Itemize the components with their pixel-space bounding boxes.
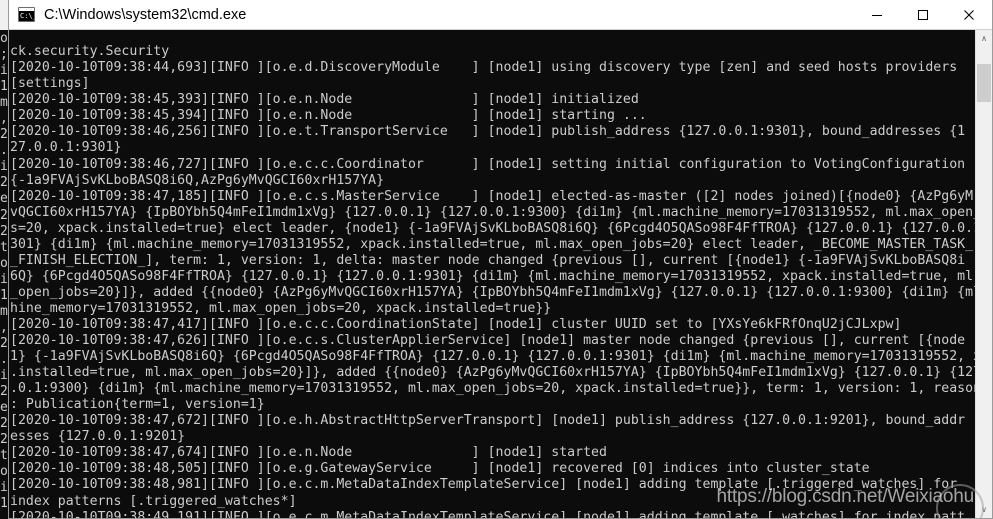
terminal-output[interactable]: ck.security.Security [2020-10-10T09:38:4… [9, 30, 975, 518]
scroll-down-arrow-icon[interactable]: ∨ [976, 501, 992, 518]
vertical-scrollbar[interactable]: ∧ ∨ [975, 30, 992, 518]
cmd-icon-screen: C:\_ [19, 11, 34, 21]
minimize-button[interactable] [854, 0, 900, 30]
terminal-log-text: ck.security.Security [2020-10-10T09:38:4… [10, 44, 975, 518]
cmd-window: ··· C:\_ C:\Windows\system32\cmd.exe [8, 0, 993, 519]
title-bar[interactable]: ··· C:\_ C:\Windows\system32\cmd.exe [9, 0, 992, 30]
window-title: C:\Windows\system32\cmd.exe [44, 6, 247, 23]
close-button[interactable] [946, 0, 992, 30]
desktop-screen: o ; i 1 m , 2 . i 2 e 2 2 t o i 1 m , 2 … [0, 0, 993, 519]
scrollbar-track[interactable] [976, 47, 992, 501]
scrollbar-thumb[interactable] [977, 63, 991, 102]
scroll-up-arrow-icon[interactable]: ∧ [976, 30, 992, 47]
cmd-console-icon: ··· C:\_ [18, 7, 35, 22]
terminal-area: ck.security.Security [2020-10-10T09:38:4… [9, 30, 992, 518]
maximize-button[interactable] [900, 0, 946, 30]
window-controls [854, 0, 992, 30]
